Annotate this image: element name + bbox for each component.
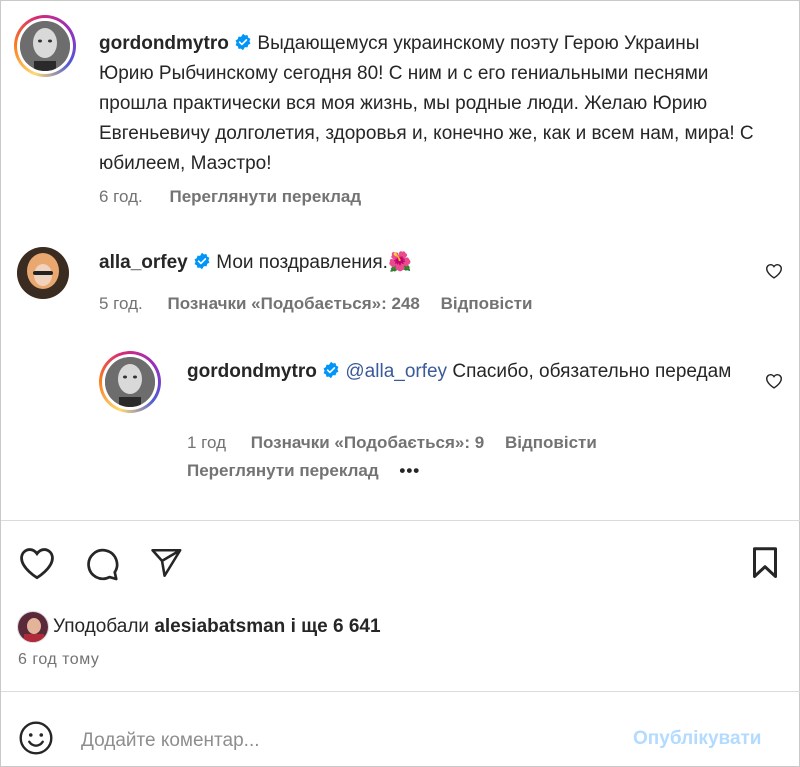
likes-summary: Уподобали alesiabatsman і ще 6 641 — [53, 616, 381, 638]
post-comments-panel: gordondmytro Выдающемуся украинскому поэ… — [0, 0, 800, 767]
liker-avatar[interactable] — [17, 611, 49, 643]
reply-author-username[interactable]: gordondmytro — [187, 361, 317, 382]
author-avatar[interactable] — [14, 15, 76, 77]
heart-icon[interactable] — [18, 546, 56, 580]
post-author-username[interactable]: gordondmytro — [99, 33, 229, 54]
post-time[interactable]: 6 год. — [99, 187, 143, 206]
see-translation-link[interactable]: Переглянути переклад — [187, 461, 379, 480]
post-caption: gordondmytro Выдающемуся украинскому поэ… — [99, 29, 759, 179]
comment-item: alla_orfey Мои поздравления.🌺 — [99, 248, 412, 278]
comment-input[interactable] — [81, 726, 601, 756]
post-meta: 6 год. Переглянути переклад — [99, 187, 377, 207]
reply-button[interactable]: Відповісти — [441, 294, 533, 313]
comment-author-username[interactable]: alla_orfey — [99, 252, 188, 273]
reply-likes-count[interactable]: Позначки «Подобається»: 9 — [251, 433, 484, 452]
like-comment-heart-icon[interactable] — [765, 263, 783, 279]
comment-likes-count[interactable]: Позначки «Подобається»: 248 — [167, 294, 419, 313]
likes-count[interactable]: і ще 6 641 — [291, 616, 381, 637]
reply-item: gordondmytro @alla_orfey Спасибо, обязат… — [187, 357, 747, 387]
reply-author-avatar[interactable] — [99, 351, 161, 413]
reply-meta: 1 год Позначки «Подобається»: 9 Відповіс… — [187, 433, 613, 453]
commenter-avatar[interactable] — [17, 247, 69, 299]
divider — [1, 520, 800, 521]
post-timestamp[interactable]: 6 год тому — [18, 651, 99, 669]
liker-username[interactable]: alesiabatsman — [154, 616, 285, 637]
comment-meta: 5 год. Позначки «Подобається»: 248 Відпо… — [99, 294, 548, 314]
more-options-icon[interactable]: ••• — [399, 461, 420, 480]
bookmark-icon[interactable] — [747, 544, 783, 582]
see-translation-link[interactable]: Переглянути переклад — [169, 187, 361, 206]
divider — [1, 691, 800, 692]
verified-badge-icon — [323, 361, 339, 379]
likes-prefix: Уподобали — [53, 616, 150, 637]
reply-translate-row: Переглянути переклад ••• — [187, 461, 436, 481]
emoji-smiley-icon[interactable] — [18, 720, 54, 756]
comment-text: Мои поздравления. — [216, 252, 388, 273]
comment-time[interactable]: 5 год. — [99, 294, 143, 313]
reply-reply-button[interactable]: Відповісти — [505, 433, 597, 452]
like-reply-heart-icon[interactable] — [765, 373, 783, 389]
flower-emoji: 🌺 — [387, 252, 412, 273]
reply-time[interactable]: 1 год — [187, 433, 226, 452]
post-caption-text: Выдающемуся украинскому поэту Герою Укра… — [99, 33, 754, 174]
verified-badge-icon — [235, 33, 251, 51]
reply-text: Спасибо, обязательно передам — [452, 361, 732, 382]
comment-bubble-icon[interactable] — [83, 546, 121, 582]
mention-link[interactable]: @alla_orfey — [345, 361, 447, 382]
paper-plane-icon[interactable] — [147, 546, 185, 580]
post-comment-button[interactable]: Опублікувати — [633, 728, 762, 750]
verified-badge-icon — [194, 252, 210, 270]
